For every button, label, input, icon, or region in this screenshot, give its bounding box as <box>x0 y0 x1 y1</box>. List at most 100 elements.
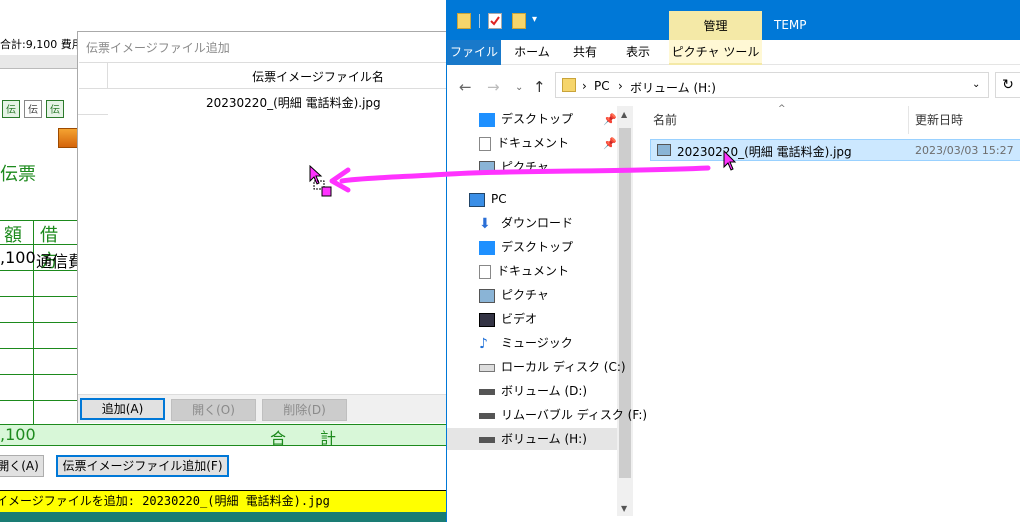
nav-label: デスクトップ <box>501 112 574 126</box>
orange-action-icon[interactable] <box>58 128 78 148</box>
nav-item-music[interactable]: ♪ ミュージック <box>479 332 573 354</box>
dialog-delete-button[interactable]: 削除(D) <box>262 399 347 421</box>
tab-file[interactable]: ファイル <box>447 40 501 65</box>
slip-label: 伝票 <box>0 164 36 185</box>
column-header-filename[interactable]: 伝票イメージファイル名 <box>218 68 418 85</box>
menu-strip <box>0 55 78 69</box>
total-label: 合計 <box>270 429 371 448</box>
nav-item-pictures[interactable]: ピクチャ <box>479 284 549 306</box>
nav-label: ミュージック <box>501 336 573 350</box>
grid-line <box>0 400 78 401</box>
file-list-item[interactable]: 20230220_(明細 電話料金).jpg <box>206 94 381 111</box>
nav-label: リムーバブル ディスク (F:) <box>501 408 648 422</box>
nav-item-volume-h[interactable]: ボリューム (H:) <box>447 428 617 450</box>
add-image-dialog: 伝票イメージファイル追加 伝票イメージファイル名 20230220_(明細 電話… <box>77 31 450 423</box>
video-icon <box>479 312 495 327</box>
nav-label: デスクトップ <box>501 240 574 254</box>
recent-dropdown-icon[interactable]: ⌄ <box>515 82 523 93</box>
nav-item-desktop-quick[interactable]: デスクトップ <box>479 108 573 130</box>
column-header-date[interactable]: 更新日時 <box>915 111 963 128</box>
nav-item-videos[interactable]: ビデオ <box>479 308 537 330</box>
file-date: 2023/03/03 15:27 <box>915 144 1014 157</box>
nav-label: ローカル ディスク (C:) <box>501 360 626 374</box>
address-folder-icon <box>562 78 576 92</box>
list-row-separator <box>78 114 108 115</box>
grid-line <box>0 348 78 349</box>
tab-home[interactable]: ホーム <box>505 40 559 65</box>
up-icon[interactable]: ↑ <box>533 78 546 96</box>
properties-icon[interactable] <box>488 13 502 29</box>
nav-item-desktop[interactable]: デスクトップ <box>479 236 573 258</box>
nav-item-local-disk-c[interactable]: ローカル ディスク (C:) <box>479 356 626 378</box>
grid-line <box>0 322 78 323</box>
address-dropdown-icon[interactable]: ⌄ <box>972 79 980 90</box>
new-folder-icon[interactable] <box>512 13 526 29</box>
add-image-file-button[interactable]: 伝票イメージファイル追加(F) <box>56 455 229 477</box>
open-button[interactable]: 開く(A) <box>0 455 44 477</box>
scroll-up-icon[interactable]: ▲ <box>621 110 627 119</box>
toolbar-icon-2[interactable]: 伝 <box>24 100 42 118</box>
status-bar: イメージファイルを追加: 20230220_(明細 電話料金).jpg <box>0 490 450 512</box>
folder-icon <box>457 13 471 29</box>
desktop-icon <box>479 112 495 127</box>
toolbar-icon-1[interactable]: 伝 <box>2 100 20 118</box>
forward-icon[interactable]: → <box>487 78 500 96</box>
status-text: イメージファイルを追加: 20230220_(明細 電話料金).jpg <box>0 494 330 508</box>
tab-view[interactable]: 表示 <box>613 40 663 65</box>
desktop-icon <box>479 240 495 255</box>
dialog-open-button[interactable]: 開く(O) <box>171 399 256 421</box>
nav-item-documents[interactable]: ドキュメント <box>479 260 569 282</box>
nav-item-removable-f[interactable]: リムーバブル ディスク (F:) <box>479 404 647 426</box>
qat-dropdown-icon[interactable]: ▾ <box>532 14 537 25</box>
toolbar-icon-3[interactable]: 伝 <box>46 100 64 118</box>
documents-icon <box>479 264 491 279</box>
dialog-add-button[interactable]: 追加(A) <box>80 398 165 420</box>
breadcrumb-pc[interactable]: PC <box>594 79 610 93</box>
drag-arrow-icon <box>329 165 711 193</box>
window-title: TEMP <box>774 18 807 32</box>
grid-line <box>0 296 78 297</box>
address-bar[interactable]: › PC › ボリューム (H:) ⌄ <box>555 72 989 98</box>
nav-label: ドキュメント <box>497 136 570 150</box>
scroll-down-icon[interactable]: ▼ <box>621 504 627 513</box>
grid-line <box>0 374 78 375</box>
drive-icon <box>479 436 495 443</box>
grid-header: 額 借 方 <box>0 220 78 272</box>
refresh-icon[interactable]: ↻ <box>995 72 1020 98</box>
drive-icon <box>479 388 495 395</box>
nav-label: ピクチャ <box>501 288 549 302</box>
nav-item-downloads[interactable]: ⬇ ダウンロード <box>479 212 573 234</box>
nav-label: ダウンロード <box>501 216 574 230</box>
column-header-name[interactable]: 名前 <box>653 111 677 128</box>
documents-icon <box>479 136 491 151</box>
nav-label: ボリューム (H:) <box>501 432 587 446</box>
total-row <box>0 424 450 446</box>
back-icon[interactable]: ← <box>459 78 472 96</box>
nav-label: ボリューム (D:) <box>501 384 588 398</box>
dialog-title: 伝票イメージファイル追加 <box>86 41 230 55</box>
breadcrumb-sep-icon: › <box>582 79 587 93</box>
bottom-strip <box>0 512 450 522</box>
column-separator[interactable] <box>908 106 909 134</box>
qat-separator <box>479 14 480 28</box>
list-header-separator <box>107 62 108 89</box>
download-icon: ⬇ <box>479 215 491 232</box>
file-explorer-window: ▾ 管理 TEMP ファイル ホーム 共有 表示 ピクチャ ツール ← → ⌄ … <box>446 0 1020 522</box>
breadcrumb-sep-icon: › <box>618 79 623 93</box>
header-amount: 額 <box>4 225 22 246</box>
tab-picture-tools[interactable]: ピクチャ ツール <box>669 40 762 65</box>
tab-share[interactable]: 共有 <box>561 40 609 65</box>
row1-account[interactable]: 通信費 <box>36 248 78 272</box>
total-amount: ,100 <box>0 425 36 444</box>
tab-manage[interactable]: 管理 <box>669 11 762 41</box>
nav-label: ビデオ <box>501 312 538 326</box>
sort-indicator-icon: ^ <box>778 104 786 114</box>
pictures-icon <box>479 288 495 303</box>
pin-icon[interactable]: 📌 <box>603 137 617 150</box>
nav-item-volume-d[interactable]: ボリューム (D:) <box>479 380 587 402</box>
breadcrumb-volume-h[interactable]: ボリューム (H:) <box>630 79 716 96</box>
pin-icon[interactable]: 📌 <box>603 113 617 126</box>
grid-line <box>0 270 78 271</box>
nav-label: ドキュメント <box>497 264 570 278</box>
row1-amount[interactable]: ,100 <box>0 248 36 267</box>
